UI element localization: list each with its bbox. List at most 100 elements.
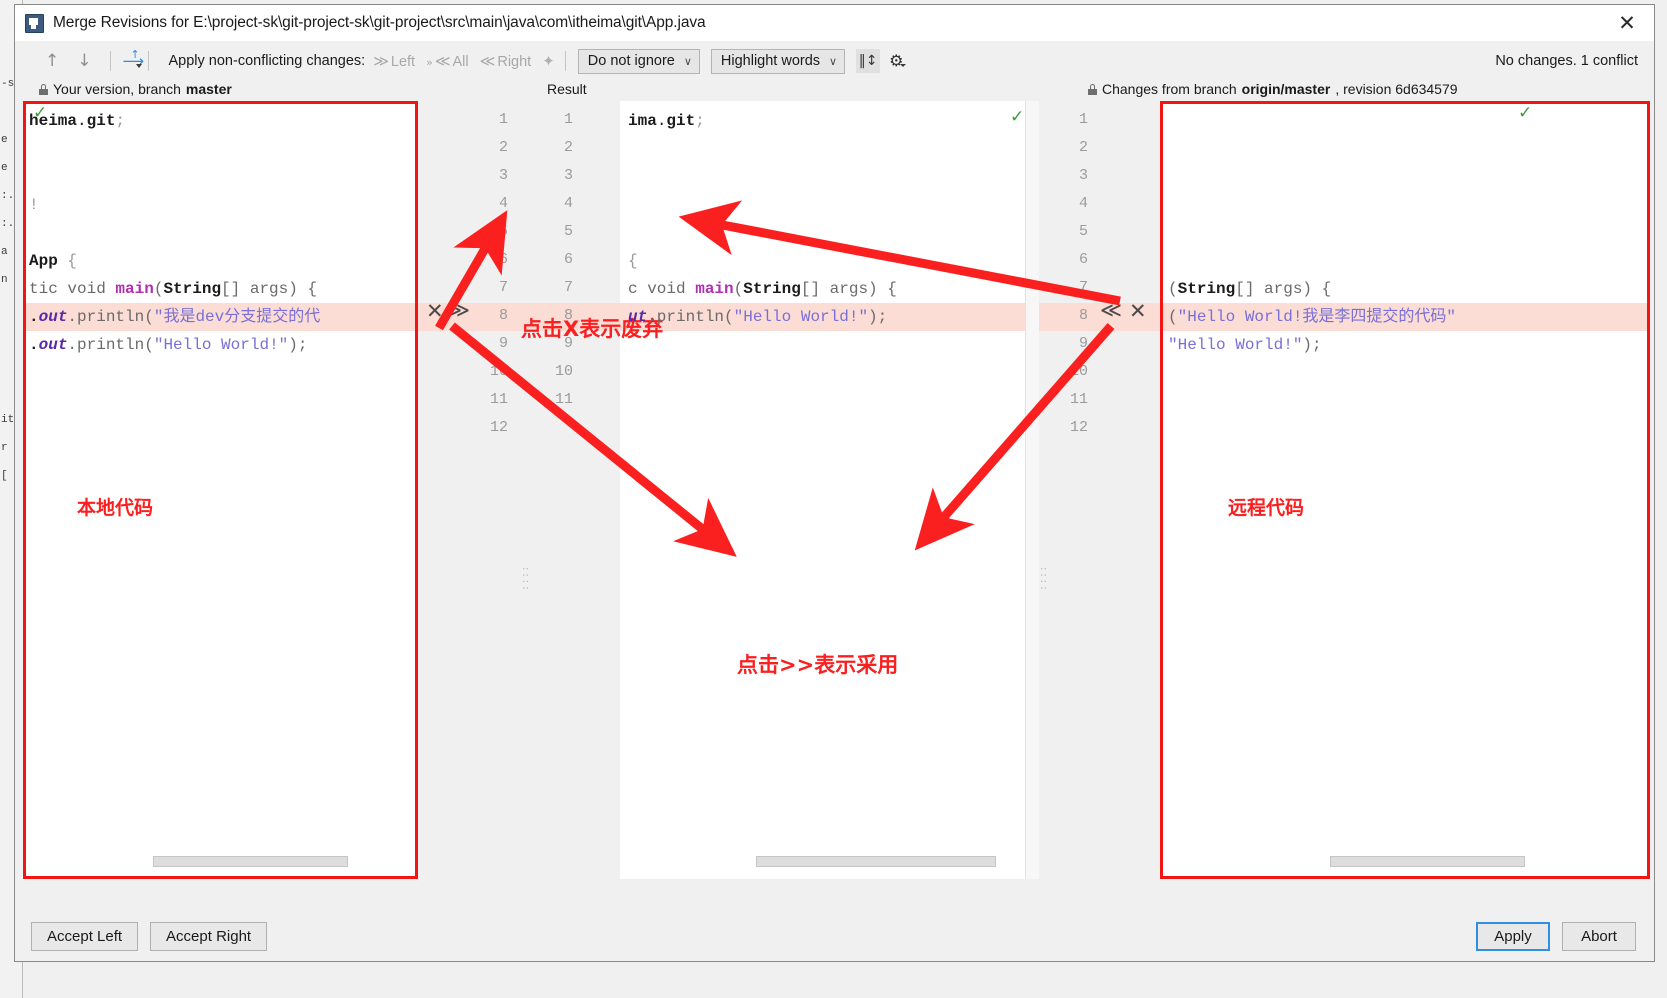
dialog-footer: Accept Left Accept Right Apply Abort [15,911,1654,961]
accept-right-button[interactable]: Accept Right [150,922,267,951]
line-number: 1 [545,111,573,128]
code-line: ″Hello World!″); [1168,331,1322,359]
left-hscrollbar[interactable] [153,856,348,867]
center-hscrollbar[interactable] [756,856,996,867]
next-difference-icon[interactable]: ↓ [77,53,91,70]
abort-button[interactable]: Abort [1562,922,1636,951]
merge-revisions-dialog: Merge Revisions for E:\project-sk\git-pr… [14,4,1655,962]
right-pane-annotation-label: 远程代码 [1228,493,1304,520]
code-line: c void main(String[] args) { [628,275,897,303]
discard-right-change-icon[interactable]: ✕ [1129,299,1147,323]
line-number: 8 [1060,307,1088,324]
chevron-right-double-icon: ≫ [373,52,389,70]
code-line: heima.git; [29,107,125,135]
chevron-right-small-icon: » [426,56,433,69]
center-vscrollbar[interactable] [1025,101,1039,879]
line-number: 1 [1060,111,1088,128]
background-code-line: e [0,134,8,146]
chevron-left-double-icon: ≪ [435,52,451,70]
line-number: 4 [545,195,573,212]
apply-all-nonconflicting-icon[interactable]: ⟶ ↑ [123,52,144,70]
merge-toolbar: ↑ ↓ ⟶ ↑ Apply non-conflicting changes: ≫… [15,41,1654,81]
center-pane-header: Result [547,81,587,97]
right-editor-pane[interactable]: ✓ (String[] args) {(″Hello World!我是李四提交的… [1160,101,1650,879]
right-fold-marker[interactable]: :::: [1038,566,1048,592]
merge-panes: ✓ heima.git;!App {tic void main(String[]… [15,101,1654,911]
right-gutter[interactable]: 123456789101112 [1040,101,1160,911]
status-badge: No changes. 1 conflict [1495,53,1638,69]
line-number: 10 [480,363,508,380]
line-number: 5 [480,223,508,240]
lock-icon-right [1088,84,1097,95]
pane-headers: Your version, branch master Result Chang… [15,81,1654,101]
apply-left-button[interactable]: ≫ Left [373,52,415,70]
code-line: (″Hello World!我是李四提交的代码″ [1168,303,1456,331]
merge-dropdown-caret [136,64,142,68]
collapse-unchanged-icon[interactable]: ‖↕ [856,49,880,73]
right-header-branch: origin/master [1242,81,1331,97]
idea-merge-icon [25,14,44,33]
line-number: 3 [545,167,573,184]
right-hscrollbar[interactable] [1330,856,1525,867]
close-icon[interactable]: ✕ [1606,6,1648,40]
apply-all-label: All [453,54,469,70]
highlight-policy-select[interactable]: Highlight words ∨ [711,49,845,74]
line-number: 4 [1060,195,1088,212]
background-code-line: r [0,442,8,454]
apply-right-button[interactable]: ≪ Right [480,52,532,70]
chevron-left-double-icon-2: ≪ [480,52,496,70]
magic-resolve-icon[interactable]: ✦ [542,52,555,70]
left-editor-pane[interactable]: ✓ heima.git;!App {tic void main(String[]… [23,101,418,879]
right-header-prefix: Changes from branch [1102,81,1237,97]
code-line: App { [29,247,77,275]
line-number: 11 [545,391,573,408]
line-number: 11 [1060,391,1088,408]
right-pane-header: Changes from branch origin/master , revi… [1088,81,1458,97]
background-code-line: it [0,414,14,426]
line-number: 5 [1060,223,1088,240]
accept-left-button[interactable]: Accept Left [31,922,138,951]
accept-left-change-icon[interactable]: ≫ [448,298,470,322]
code-line: ut.println(″Hello World!″); [628,303,887,331]
discard-left-change-icon[interactable]: ✕ [426,299,444,323]
ignore-policy-select[interactable]: Do not ignore ∨ [578,49,700,74]
line-number: 6 [1060,251,1088,268]
dialog-titlebar: Merge Revisions for E:\project-sk\git-pr… [15,5,1654,41]
line-number: 10 [1060,363,1088,380]
line-number: 6 [545,251,573,268]
left-pane-header: Your version, branch master [39,81,232,97]
line-number: 1 [480,111,508,128]
line-number: 7 [545,279,573,296]
line-number: 9 [480,335,508,352]
apply-button[interactable]: Apply [1476,922,1550,951]
background-code-line: :. [0,190,14,202]
center-gutter[interactable]: 1234567891011121234567891011 [435,101,620,911]
accept-right-change-icon[interactable]: ≪ [1100,298,1122,322]
background-code-line: [ [0,470,8,482]
background-code-line: n [0,274,8,286]
gear-glyph: ⚙ [889,51,903,70]
gear-icon[interactable]: ⚙ [889,53,903,69]
code-line: (String[] args) { [1168,275,1331,303]
line-number: 9 [1060,335,1088,352]
chevron-down-icon: ∨ [684,55,692,68]
center-editor-pane[interactable]: ima.git;{c void main(String[] args) {ut.… [620,101,1025,879]
background-code-line: a [0,246,8,258]
gear-dropdown-caret [900,64,906,67]
apply-left-label: Left [391,54,415,70]
background-code-line: :. [0,218,14,230]
code-line: ima.git; [628,107,705,135]
apply-all-button[interactable]: » ≪ All [426,52,469,70]
chevron-down-icon-2: ∨ [829,55,837,68]
line-number: 5 [545,223,573,240]
line-number: 3 [480,167,508,184]
line-number: 2 [545,139,573,156]
line-number: 12 [480,419,508,436]
center-fold-marker[interactable]: :::: [520,566,530,592]
toolbar-divider-1 [110,51,111,71]
previous-difference-icon[interactable]: ↑ [45,53,59,70]
left-pane-annotation-label: 本地代码 [77,493,153,520]
apply-right-label: Right [497,54,531,70]
right-header-suffix: , revision 6d634579 [1335,81,1457,97]
toolbar-divider-2 [148,51,149,71]
